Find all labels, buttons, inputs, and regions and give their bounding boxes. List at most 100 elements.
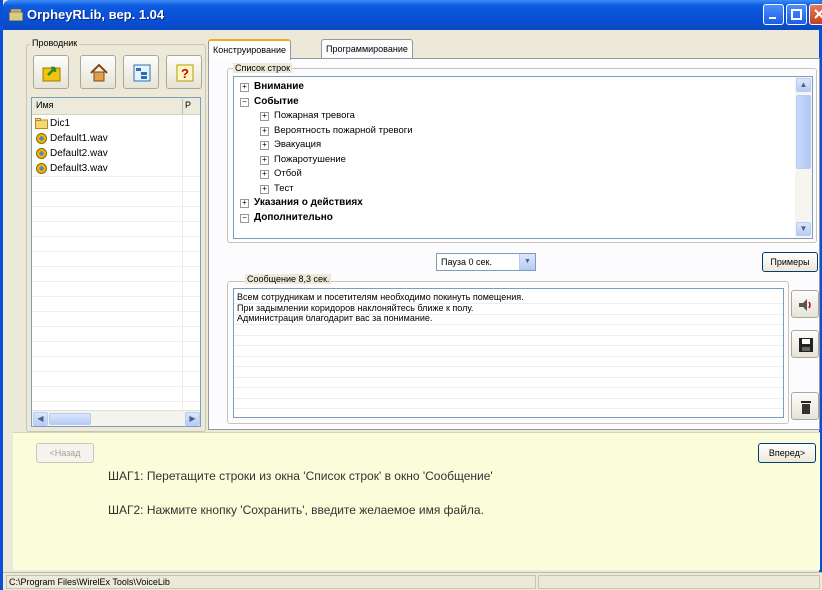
tree-label: Событие — [254, 95, 299, 107]
audio-file-icon — [36, 133, 47, 144]
file-name: Default2.wav — [50, 148, 108, 159]
message-gridline — [234, 397, 783, 399]
chevron-down-icon[interactable]: ▼ — [519, 254, 535, 270]
message-gridline — [234, 366, 783, 367]
save-button[interactable] — [791, 330, 819, 358]
expand-icon[interactable]: + — [240, 83, 249, 92]
row-gridline — [32, 281, 200, 282]
maximize-icon — [791, 9, 802, 20]
tab-design[interactable]: Конструирование — [208, 39, 291, 60]
main-window: OrpheyRLib, вер. 1.04 Проводник ? Имя Р … — [0, 0, 822, 590]
tree-label: Дополнительно — [254, 211, 333, 223]
explorer-legend: Проводник — [30, 38, 80, 48]
home-icon — [90, 63, 108, 82]
tree-label: Внимание — [254, 81, 304, 92]
scroll-thumb[interactable] — [49, 413, 91, 425]
row-gridline — [32, 401, 200, 402]
close-button[interactable] — [809, 4, 822, 25]
tree-label: Пожаротушение — [274, 153, 346, 165]
tree-item[interactable]: + Пожарная тревога — [260, 109, 355, 123]
column-gridline — [182, 115, 183, 410]
scroll-left-icon[interactable]: ◀ — [33, 412, 48, 426]
status-bar: C:\Program Files\WirelEx Tools\VoiceLib — [3, 572, 822, 590]
tab-programming[interactable]: Программирование — [321, 39, 413, 59]
back-button[interactable]: <Назад — [36, 443, 94, 463]
trash-icon — [801, 401, 811, 414]
message-gridline — [234, 376, 783, 378]
status-cell-2 — [538, 575, 820, 589]
row-gridline — [32, 221, 200, 222]
message-line[interactable]: При задымлении коридоров наклоняйтесь бл… — [237, 303, 473, 313]
status-path: C:\Program Files\WirelEx Tools\VoiceLib — [6, 575, 536, 589]
row-gridline — [32, 176, 200, 177]
file-list-item[interactable]: Default3.wav — [34, 161, 180, 176]
message-line[interactable]: Администрация благодарит вас за понимани… — [237, 313, 432, 323]
forward-button[interactable]: Вперед> — [758, 443, 816, 463]
minimize-icon — [769, 17, 776, 19]
minimize-button[interactable] — [763, 4, 784, 25]
tree-item[interactable]: + Отбой — [260, 167, 302, 181]
vertical-scrollbar[interactable]: ▲ ▼ — [795, 77, 812, 238]
floppy-disk-icon — [799, 338, 813, 352]
svg-text:?: ? — [181, 66, 189, 81]
folder-icon — [35, 118, 48, 129]
tree-label: Пожарная тревога — [274, 110, 355, 121]
file-name: Dic1 — [50, 118, 71, 129]
pause-select[interactable]: Пауза 0 сек. ▼ — [436, 253, 536, 271]
string-tree[interactable]: + Внимание − Событие + Пожарная тревога + Вероя… — [233, 76, 813, 239]
column-separator[interactable] — [182, 99, 183, 114]
scroll-down-icon[interactable]: ▼ — [796, 222, 811, 236]
tree-item[interactable]: + Тест — [260, 182, 294, 196]
examples-button[interactable]: Примеры — [762, 252, 818, 272]
tree-label: Эвакуация — [274, 139, 322, 150]
collapse-icon[interactable]: − — [240, 97, 249, 107]
scroll-right-icon[interactable]: ▶ — [185, 412, 200, 426]
expand-icon[interactable]: + — [260, 155, 269, 165]
help-button[interactable]: ? — [166, 55, 202, 89]
open-folder-button[interactable] — [33, 55, 69, 89]
tree-category[interactable]: + Внимание — [240, 80, 304, 94]
tree-item[interactable]: + Вероятность пожарной тревоги — [260, 124, 413, 138]
scroll-thumb[interactable] — [796, 95, 811, 169]
tree-item[interactable]: + Эвакуация — [260, 138, 321, 152]
row-gridline — [32, 236, 200, 237]
expand-icon[interactable]: + — [260, 112, 269, 121]
step-2-text: ШАГ2: Нажмите кнопку 'Сохранить', введит… — [108, 503, 484, 517]
file-list[interactable]: Имя Р Dic1 Default1.wav Default2.wav Defaul… — [31, 97, 201, 427]
message-line[interactable]: Всем сотрудникам и посетителям необходим… — [237, 292, 524, 302]
tree-label: Отбой — [274, 168, 302, 179]
scroll-up-icon[interactable]: ▲ — [796, 78, 811, 92]
pause-value: Пауза 0 сек. — [441, 257, 492, 267]
expand-icon[interactable]: + — [240, 199, 249, 208]
tree-view-button[interactable] — [123, 55, 159, 89]
title-bar[interactable]: OrpheyRLib, вер. 1.04 — [3, 0, 822, 30]
play-button[interactable] — [791, 290, 819, 318]
tree-category[interactable]: − Событие — [240, 95, 299, 109]
row-gridline — [32, 206, 200, 207]
row-gridline — [32, 266, 200, 267]
message-box[interactable]: Всем сотрудникам и посетителям необходим… — [233, 288, 784, 418]
collapse-icon[interactable]: − — [240, 213, 249, 223]
message-gridline — [234, 387, 783, 388]
tree-category[interactable]: − Дополнительно — [240, 211, 333, 225]
home-folder-button[interactable] — [80, 55, 116, 89]
file-list-item[interactable]: Default2.wav — [34, 146, 180, 161]
tree-view-icon — [133, 64, 151, 82]
expand-icon[interactable]: + — [260, 141, 269, 150]
column-name[interactable]: Имя — [36, 100, 54, 110]
tree-item[interactable]: + Пожаротушение — [260, 153, 346, 167]
maximize-button[interactable] — [786, 4, 807, 25]
delete-button[interactable] — [791, 392, 819, 420]
expand-icon[interactable]: + — [260, 184, 269, 194]
file-list-item[interactable]: Dic1 — [34, 116, 180, 131]
file-list-item[interactable]: Default1.wav — [34, 131, 180, 146]
message-gridline — [234, 303, 783, 304]
tree-label: Тест — [274, 182, 294, 194]
column-r[interactable]: Р — [185, 100, 191, 110]
expand-icon[interactable]: + — [260, 170, 269, 179]
horizontal-scrollbar[interactable]: ◀ ▶ — [32, 410, 200, 426]
expand-icon[interactable]: + — [260, 126, 269, 136]
tree-category[interactable]: + Указания о действиях — [240, 196, 363, 210]
message-gridline — [234, 345, 783, 346]
step-1-text: ШАГ1: Перетащите строки из окна 'Список … — [108, 469, 493, 483]
